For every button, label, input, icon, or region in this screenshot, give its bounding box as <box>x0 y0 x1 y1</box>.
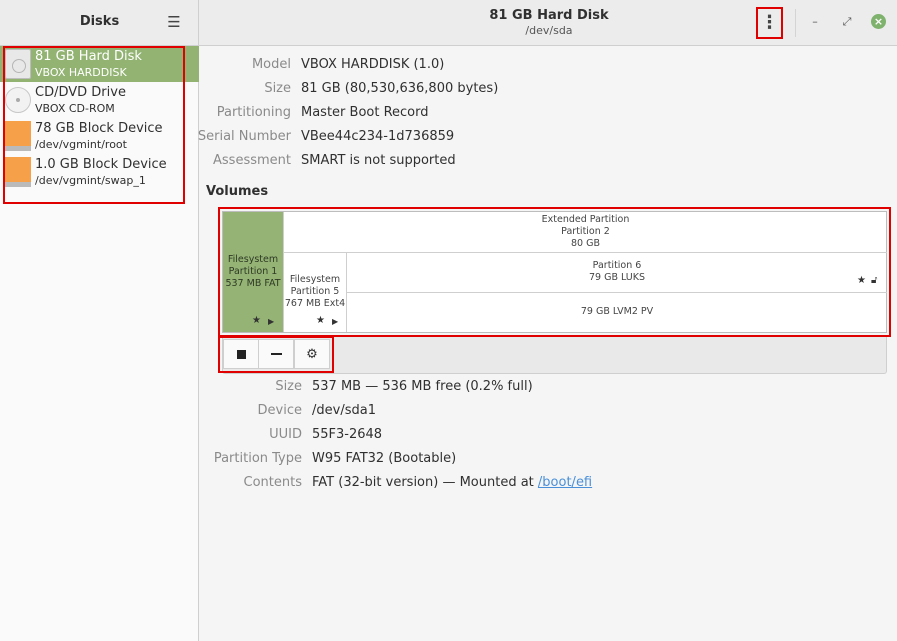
close-icon[interactable]: × <box>871 14 886 29</box>
partitioning-value: Master Boot Record <box>301 105 429 120</box>
device-label: Device <box>257 403 302 418</box>
model-label: Model <box>251 57 291 72</box>
toolbar-highlight <box>218 336 334 373</box>
header-divider <box>795 9 796 37</box>
contents-label: Contents <box>243 475 302 490</box>
partitioning-label: Partitioning <box>216 105 291 120</box>
uuid-label: UUID <box>269 427 302 442</box>
hamburger-menu-icon[interactable]: ☰ <box>164 10 184 34</box>
device-value: /dev/sda1 <box>312 403 376 418</box>
maximize-icon[interactable]: ⤢ <box>838 13 856 31</box>
header-bar: Disks ☰ 81 GB Hard Disk /dev/sda ⋮ – ⤢ × <box>0 0 897 46</box>
serial-value: VBee44c234-1d736859 <box>301 129 455 144</box>
mount-point-link[interactable]: /boot/efi <box>538 475 592 490</box>
model-value: VBOX HARDDISK (1.0) <box>301 57 445 72</box>
assessment-label: Assessment <box>213 153 291 168</box>
serial-label: Serial Number <box>197 129 291 144</box>
sidebar-header: Disks ☰ <box>0 0 199 46</box>
part-size-value: 537 MB — 536 MB free (0.2% full) <box>312 379 533 394</box>
minimize-icon[interactable]: – <box>806 13 824 31</box>
volumes-heading: Volumes <box>206 184 269 199</box>
size-label: Size <box>264 81 291 96</box>
window-title: 81 GB Hard Disk <box>489 8 609 23</box>
volume-map-highlight <box>218 207 891 337</box>
window-subtitle: /dev/sda <box>525 24 573 37</box>
assessment-value: SMART is not supported <box>301 153 456 168</box>
contents-text: FAT (32-bit version) — Mounted at <box>312 475 538 490</box>
uuid-value: 55F3-2648 <box>312 427 383 442</box>
partition-type-value: W95 FAT32 (Bootable) <box>312 451 457 466</box>
contents-value: FAT (32-bit version) — Mounted at /boot/… <box>312 475 592 490</box>
size-value: 81 GB (80,530,636,800 bytes) <box>301 81 499 96</box>
drive-options-menu-button[interactable]: ⋮ <box>756 7 783 39</box>
partition-type-label: Partition Type <box>213 451 302 466</box>
part-size-label: Size <box>275 379 302 394</box>
